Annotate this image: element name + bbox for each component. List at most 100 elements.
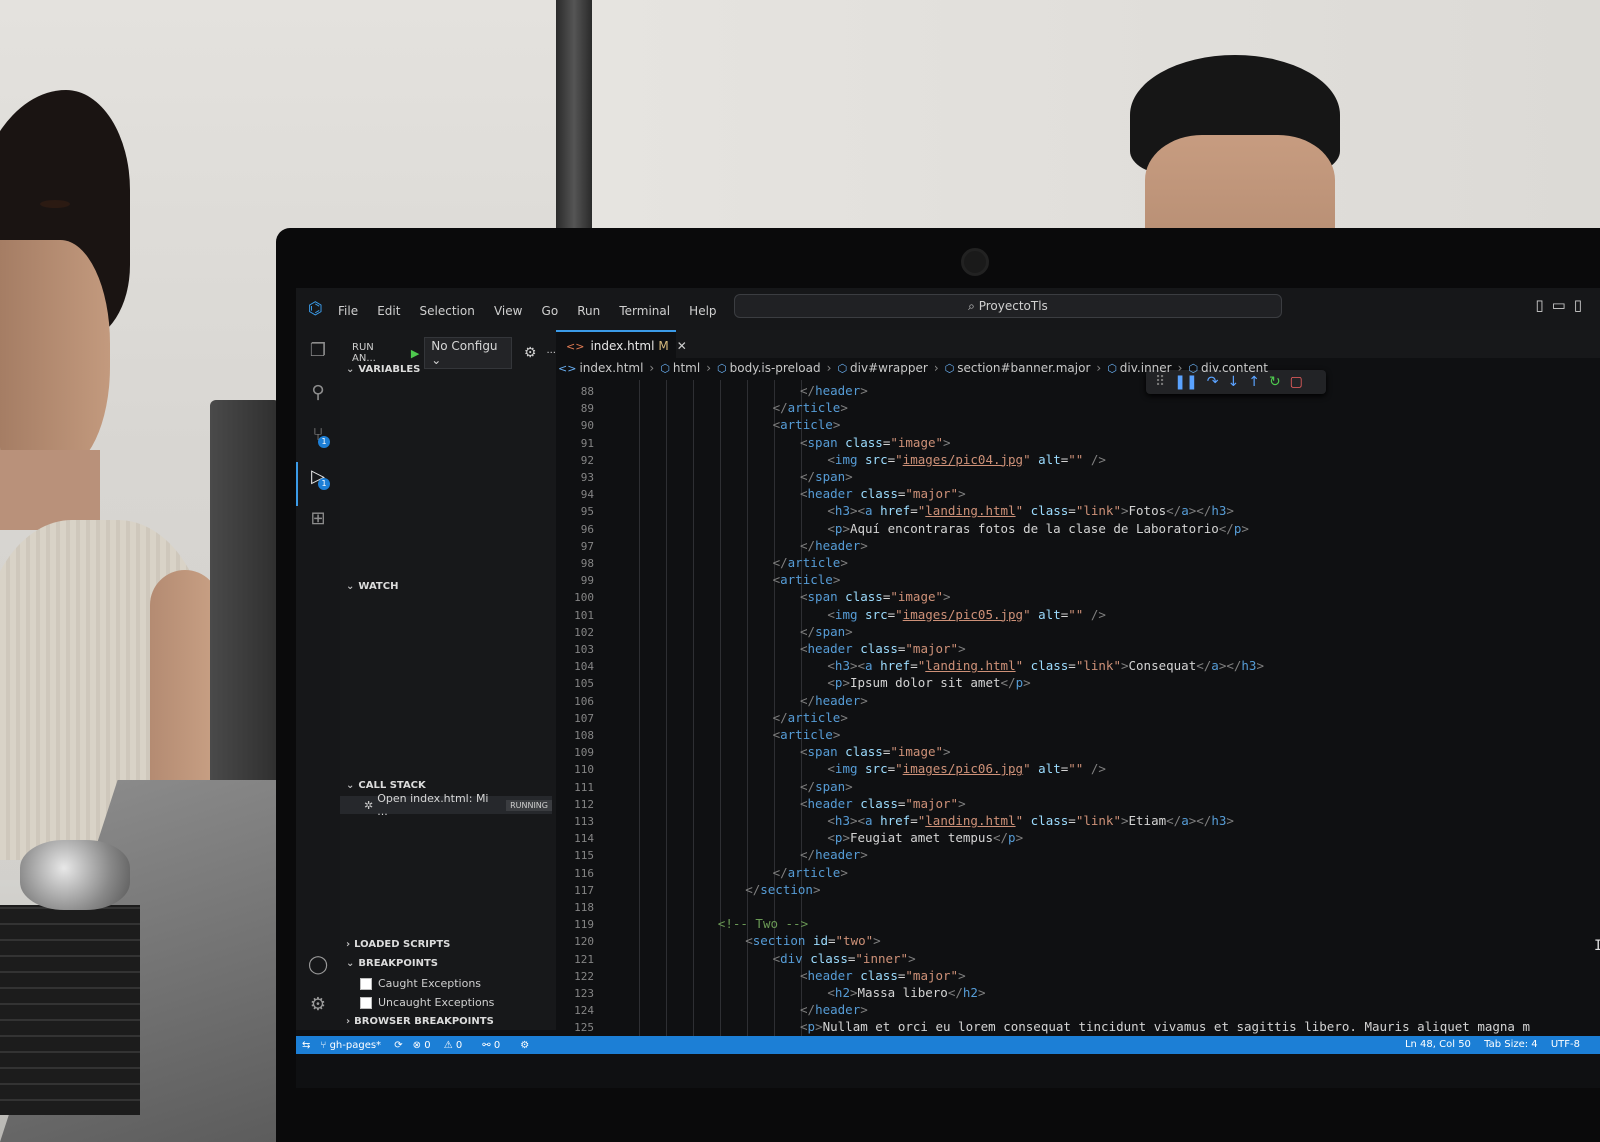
breadcrumb-item[interactable]: div.inner [1120, 361, 1172, 375]
code-line[interactable]: 123 <h2>Massa libero</h2> [556, 984, 985, 1001]
browser-breakpoints-section[interactable]: › BROWSER BREAKPOINTS [346, 1016, 494, 1027]
code-line[interactable]: 103 <header class="major"> [556, 640, 965, 657]
more-icon[interactable]: ··· [546, 348, 556, 359]
debug-status-icon[interactable]: ⚙ [520, 1040, 529, 1051]
menu-file[interactable]: File [338, 304, 358, 318]
search-icon[interactable]: ⚲ [307, 382, 329, 404]
code-token: Fotos [1128, 503, 1167, 519]
code-token: "major" [905, 967, 959, 983]
element-icon: ⬡ [944, 361, 955, 375]
encoding[interactable]: UTF-8 [1551, 1039, 1580, 1050]
code-line[interactable]: 94 <header class="major"> [556, 485, 966, 502]
tab-index-html[interactable]: <> index.html M ✕ [556, 330, 687, 360]
code-line[interactable]: 98 </article> [556, 554, 848, 571]
code-line[interactable]: 125 <p>Nullam et orci eu lorem consequat … [556, 1018, 1530, 1035]
code-line[interactable]: 96 <p>Aquí encontraras fotos de la clase … [556, 520, 1249, 537]
menu-go[interactable]: Go [542, 304, 559, 318]
menu-view[interactable]: View [494, 304, 522, 318]
call-stack-section[interactable]: ⌄ CALL STACK [346, 780, 426, 791]
code-editor[interactable]: 88 </header> 89 </article> 90 <article> 91 <spa… [556, 380, 1600, 1038]
breadcrumb-item[interactable]: section#banner.major [957, 361, 1090, 375]
breadcrumb-item[interactable]: div#wrapper [850, 361, 928, 375]
config-select[interactable]: No Configu ⌄ [424, 337, 512, 369]
breadcrumb-item[interactable]: body.is-preload [730, 361, 821, 375]
code-text: <img src="images/pic04.jpg" alt="" /> [827, 451, 1106, 468]
code-line[interactable]: 110 <img src="images/pic06.jpg" alt="" /> [556, 760, 1106, 777]
code-line[interactable]: 95 <h3><a href="landing.html" class="link… [556, 502, 1234, 519]
breakpoint-uncaught[interactable]: Uncaught Exceptions [360, 996, 494, 1009]
menu-selection[interactable]: Selection [420, 304, 475, 318]
checkbox[interactable] [360, 977, 372, 990]
code-token: < [827, 503, 835, 519]
call-stack-item[interactable]: ✲ Open index.html: Mi ... RUNNING [340, 792, 552, 818]
code-text: </span> [800, 623, 853, 640]
breadcrumb-item[interactable]: index.html [579, 361, 643, 375]
code-line[interactable]: 91 <span class="image"> [556, 434, 951, 451]
code-line[interactable]: 118 [556, 898, 594, 915]
code-line[interactable]: 93 </span> [556, 468, 853, 485]
code-line[interactable]: 115 </header> [556, 846, 868, 863]
code-line[interactable]: 113 <h3><a href="landing.html" class="lin… [556, 812, 1234, 829]
code-line[interactable]: 97 </header> [556, 537, 868, 554]
loaded-scripts-section[interactable]: › LOADED SCRIPTS [346, 939, 450, 950]
code-line[interactable]: 119 <!-- Two --> [556, 915, 808, 932]
code-token: h3 [834, 658, 850, 674]
code-line[interactable]: 90 <article> [556, 416, 841, 433]
watch-section[interactable]: ⌄ WATCH [346, 581, 398, 592]
settings-gear-icon[interactable]: ⚙ [524, 345, 537, 361]
extensions-icon[interactable]: ⊞ [307, 508, 329, 530]
play-icon[interactable]: ▶ [411, 347, 419, 360]
account-icon[interactable]: ◯ [308, 954, 328, 975]
code-line[interactable]: 114 <p>Feugiat amet tempus</p> [556, 829, 1023, 846]
code-token: </ [1196, 658, 1212, 674]
code-line[interactable]: 106 </header> [556, 692, 868, 709]
code-line[interactable]: 89 </article> [556, 399, 848, 416]
layout-toggle-icons[interactable]: ▯▭▯ [1535, 296, 1590, 314]
element-icon: ⬡ [1188, 361, 1199, 375]
code-line[interactable]: 88 </header> [556, 382, 868, 399]
code-line[interactable]: 111 </span> [556, 778, 853, 795]
problems-item[interactable]: ⊗ 0 ⚠ 0 [413, 1040, 473, 1051]
code-line[interactable]: 120 <section id="two"> [556, 932, 881, 949]
breadcrumb-item[interactable]: div.content [1201, 361, 1268, 375]
bug-icon: ✲ [364, 798, 374, 812]
code-line[interactable]: 107 </article> [556, 709, 848, 726]
line-number: 111 [574, 780, 594, 794]
code-line[interactable]: 101 <img src="images/pic05.jpg" alt="" /> [556, 606, 1106, 623]
code-token: < [827, 675, 835, 691]
menu-run[interactable]: Run [577, 304, 600, 318]
code-line[interactable]: 92 <img src="images/pic04.jpg" alt="" /> [556, 451, 1106, 468]
menu-terminal[interactable]: Terminal [619, 304, 670, 318]
remote-icon[interactable]: ⇆ [302, 1040, 310, 1051]
code-line[interactable]: 121 <div class="inner"> [556, 950, 916, 967]
close-icon[interactable]: ✕ [677, 339, 687, 353]
breadcrumb-item[interactable]: html [673, 361, 700, 375]
checkbox[interactable] [360, 996, 372, 1009]
explorer-icon[interactable]: ❐ [307, 340, 329, 362]
code-line[interactable]: 102 </span> [556, 623, 853, 640]
variables-section[interactable]: ⌄ VARIABLES [346, 364, 420, 375]
ports-item[interactable]: ⚯ 0 [482, 1040, 510, 1051]
branch-item[interactable]: ⑂ gh-pages* ⟳ [320, 1040, 402, 1051]
code-text: <section id="two"> [745, 932, 881, 949]
menu-edit[interactable]: Edit [377, 304, 400, 318]
code-line[interactable]: 104 <h3><a href="landing.html" class="lin… [556, 657, 1264, 674]
code-line[interactable]: 109 <span class="image"> [556, 743, 950, 760]
tab-size[interactable]: Tab Size: 4 [1484, 1039, 1538, 1050]
code-line[interactable]: 124 </header> [556, 1001, 868, 1018]
code-line[interactable]: 100 <span class="image"> [556, 588, 950, 605]
cursor-position[interactable]: Ln 48, Col 50 [1405, 1039, 1471, 1050]
code-line[interactable]: 99 <article> [556, 571, 841, 588]
command-center-search[interactable]: ⌕ ProyectoTls [734, 294, 1282, 318]
menu-help[interactable]: Help [689, 304, 716, 318]
code-line[interactable]: 116 </article> [556, 864, 848, 881]
gear-icon[interactable]: ⚙ [308, 994, 328, 1015]
code-line[interactable]: 117 </section> [556, 881, 820, 898]
breakpoint-caught[interactable]: Caught Exceptions [360, 977, 481, 990]
code-line[interactable]: 122 <header class="major"> [556, 967, 965, 984]
breakpoints-section[interactable]: ⌄ BREAKPOINTS [346, 958, 438, 969]
code-line[interactable]: 112 <header class="major"> [556, 795, 965, 812]
breadcrumb-separator: › [1177, 361, 1183, 375]
code-line[interactable]: 105 <p>Ipsum dolor sit amet</p> [556, 674, 1031, 691]
code-line[interactable]: 108 <article> [556, 726, 840, 743]
